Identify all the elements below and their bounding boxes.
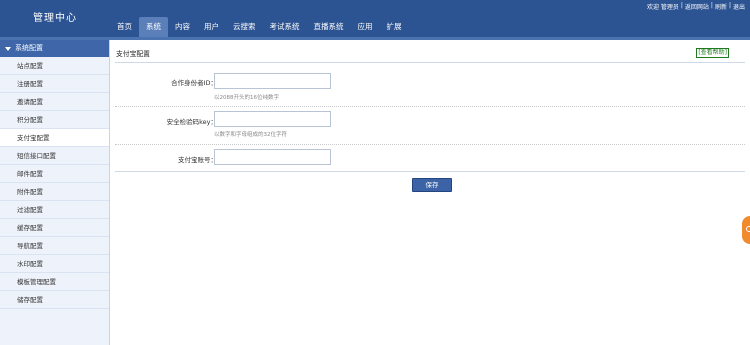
sidebar-heading[interactable]: 系统配置	[0, 40, 109, 57]
sidebar: 系统配置 站点配置 注册配置 邀请配置 积分配置 支付宝配置 短信接口配置 邮件…	[0, 40, 110, 345]
sidebar-item-sms[interactable]: 短信接口配置	[0, 147, 109, 165]
security-key-hint: 以数字和字母组成的32位字符	[214, 132, 287, 138]
alipay-account-input[interactable]	[214, 149, 331, 165]
sidebar-item-invite[interactable]: 邀请配置	[0, 93, 109, 111]
welcome-text: 欢迎 管理员	[646, 4, 679, 11]
caret-down-icon	[5, 46, 11, 51]
page-title: 支付宝配置	[116, 50, 150, 58]
main-nav: 首页 系统 内容 用户 云搜索 考试系统 直播系统 应用 扩展	[110, 17, 409, 37]
top-bar: 管理中心 首页 系统 内容 用户 云搜索 考试系统 直播系统 应用 扩展 欢迎 …	[0, 0, 750, 37]
sidebar-heading-label: 系统配置	[15, 44, 43, 52]
nav-cloud-search[interactable]: 云搜索	[226, 17, 263, 37]
sidebar-item-template[interactable]: 模板管理配置	[0, 273, 109, 291]
nav-live-system[interactable]: 直播系统	[307, 17, 351, 37]
chat-icon	[746, 226, 750, 232]
security-key-row: 安全检验码key： 以数字和字母组成的32位字符	[115, 107, 745, 145]
form-divider	[115, 171, 745, 172]
sidebar-item-watermark[interactable]: 水印配置	[0, 255, 109, 273]
security-key-input[interactable]	[214, 111, 331, 127]
sidebar-item-site[interactable]: 站点配置	[0, 57, 109, 75]
nav-users[interactable]: 用户	[197, 17, 226, 37]
logout-link[interactable]: 退出	[732, 2, 746, 11]
user-links: 欢迎 管理员 | 返回网站 | 刷新 | 退出	[646, 2, 746, 11]
nav-apps[interactable]: 应用	[351, 17, 380, 37]
sidebar-item-storage[interactable]: 储存配置	[0, 291, 109, 309]
floating-service-tab[interactable]	[742, 216, 750, 244]
sidebar-item-navigation[interactable]: 导航配置	[0, 237, 109, 255]
security-key-label: 安全检验码key：	[166, 118, 217, 126]
help-link[interactable]: [查看帮助]	[696, 48, 729, 58]
sidebar-item-register[interactable]: 注册配置	[0, 75, 109, 93]
nav-home[interactable]: 首页	[110, 17, 139, 37]
partner-id-hint: 以2088开头的16位纯数字	[214, 95, 279, 101]
sidebar-item-alipay[interactable]: 支付宝配置	[0, 129, 109, 147]
sidebar-item-points[interactable]: 积分配置	[0, 111, 109, 129]
nav-exam-system[interactable]: 考试系统	[263, 17, 307, 37]
main-panel: 支付宝配置 [查看帮助] 合作身份者ID： 以2088开头的16位纯数字 安全检…	[110, 40, 750, 345]
brand-title: 管理中心	[33, 13, 77, 24]
back-to-site-link[interactable]: 返回网站	[684, 2, 710, 11]
sidebar-item-filter[interactable]: 过滤配置	[0, 201, 109, 219]
partner-id-row: 合作身份者ID： 以2088开头的16位纯数字	[115, 69, 745, 107]
partner-id-label: 合作身份者ID：	[171, 79, 217, 87]
partner-id-input[interactable]	[214, 73, 331, 89]
alipay-account-row: 支付宝账号：	[115, 145, 745, 171]
panel-title-bar: 支付宝配置 [查看帮助]	[115, 44, 745, 63]
nav-extensions[interactable]: 扩展	[380, 17, 409, 37]
sidebar-item-mail[interactable]: 邮件配置	[0, 165, 109, 183]
sidebar-item-attachment[interactable]: 附件配置	[0, 183, 109, 201]
nav-content[interactable]: 内容	[168, 17, 197, 37]
alipay-account-label: 支付宝账号：	[178, 156, 217, 164]
sidebar-item-cache[interactable]: 缓存配置	[0, 219, 109, 237]
save-button[interactable]: 保存	[412, 178, 452, 192]
refresh-link[interactable]: 刷新	[714, 2, 728, 11]
nav-system[interactable]: 系统	[139, 17, 168, 37]
